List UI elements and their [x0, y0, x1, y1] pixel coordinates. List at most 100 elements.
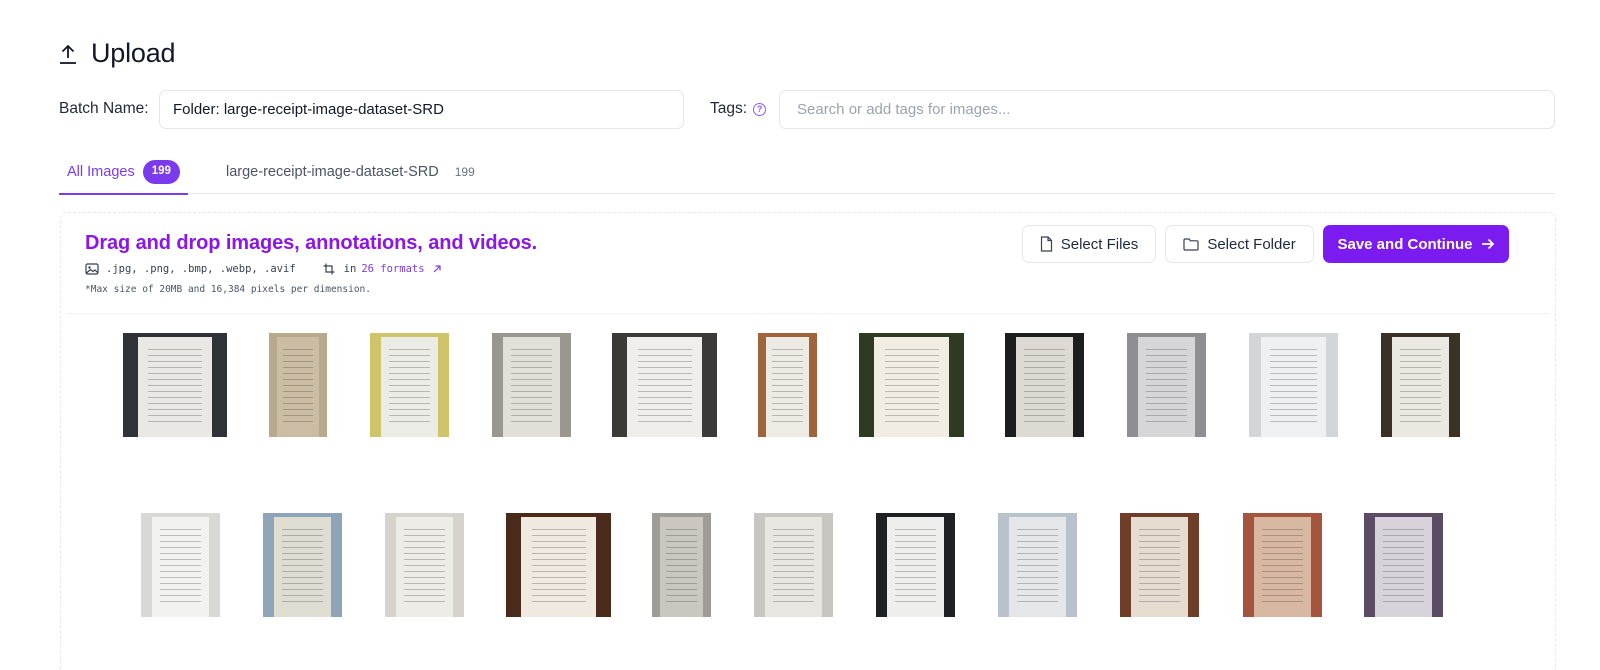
receipt-thumbnail-9[interactable]: [1127, 333, 1206, 437]
tags-label-text: Tags:: [710, 100, 748, 117]
upload-icon: [60, 44, 76, 64]
receipt-paper: [152, 517, 209, 617]
receipt-thumbnail-20[interactable]: [1120, 513, 1199, 617]
receipt-paper: [766, 337, 809, 437]
supported-formats: .jpg, .png, .bmp, .webp, .avif in 26 for…: [85, 263, 449, 275]
receipt-paper: [274, 517, 331, 617]
receipt-text-lines: [531, 529, 586, 607]
receipt-paper: [1138, 337, 1195, 437]
tab-all-images-label: All Images: [67, 164, 135, 180]
receipt-text-lines: [772, 349, 803, 427]
receipt-thumbnail-19[interactable]: [998, 513, 1077, 617]
receipt-thumbnail-21[interactable]: [1243, 513, 1322, 617]
select-files-button[interactable]: Select Files: [1022, 225, 1156, 263]
receipt-thumbnail-7[interactable]: [859, 333, 964, 437]
save-and-continue-label: Save and Continue: [1337, 235, 1473, 253]
drop-zone[interactable]: Drag and drop images, annotations, and v…: [60, 212, 1556, 670]
tags-label: Tags: ?: [710, 100, 767, 118]
crop-icon: [323, 263, 335, 275]
receipt-text-lines: [403, 529, 446, 607]
image-tabs: All Images 199 large-receipt-image-datas…: [59, 150, 1555, 195]
receipt-text-lines: [148, 349, 202, 427]
receipt-paper: [138, 337, 212, 437]
drop-zone-title: Drag and drop images, annotations, and v…: [85, 232, 538, 254]
receipt-text-lines: [637, 349, 692, 427]
help-circle-icon[interactable]: ?: [753, 102, 767, 116]
receipt-text-lines: [666, 529, 697, 607]
select-folder-button[interactable]: Select Folder: [1165, 225, 1314, 263]
extensions-list: .jpg, .png, .bmp, .webp, .avif: [106, 263, 296, 275]
receipt-text-lines: [1270, 349, 1317, 427]
receipt-thumbnail-14[interactable]: [385, 513, 464, 617]
receipt-thumbnail-22[interactable]: [1364, 513, 1443, 617]
receipt-thumbnail-1[interactable]: [123, 333, 227, 437]
receipt-paper: [765, 517, 822, 617]
receipt-text-lines: [1023, 349, 1066, 427]
receipt-paper: [874, 337, 949, 437]
select-folder-label: Select Folder: [1207, 235, 1296, 253]
drop-zone-divider: [66, 313, 1550, 314]
receipt-thumbnail-5[interactable]: [612, 333, 717, 437]
receipt-paper: [1016, 337, 1073, 437]
receipt-text-lines: [1261, 529, 1304, 607]
receipt-thumbnail-4[interactable]: [492, 333, 571, 437]
receipt-text-lines: [510, 349, 553, 427]
receipt-thumbnail-16[interactable]: [652, 513, 711, 617]
receipt-text-lines: [1382, 529, 1425, 607]
receipt-text-lines: [159, 529, 202, 607]
receipt-thumbnail-13[interactable]: [263, 513, 342, 617]
receipt-paper: [1131, 517, 1188, 617]
image-icon: [85, 263, 99, 275]
receipt-text-lines: [772, 529, 815, 607]
receipt-paper: [1261, 337, 1326, 437]
tab-all-images[interactable]: All Images 199: [59, 150, 188, 195]
receipt-text-lines: [281, 529, 324, 607]
max-size-note: *Max size of 20MB and 16,384 pixels per …: [85, 284, 371, 295]
receipt-text-lines: [1145, 349, 1188, 427]
receipt-thumbnail-6[interactable]: [758, 333, 817, 437]
select-files-label: Select Files: [1060, 235, 1139, 253]
formats-prefix: in: [343, 263, 357, 275]
batch-tags-row: Batch Name: Tags: ?: [59, 90, 1555, 130]
receipt-thumbnail-10[interactable]: [1249, 333, 1338, 437]
receipt-thumbnail-11[interactable]: [1381, 333, 1460, 437]
receipt-thumbnail-17[interactable]: [754, 513, 833, 617]
arrow-right-icon: [1481, 238, 1494, 250]
receipt-paper: [660, 517, 703, 617]
receipt-paper: [1009, 517, 1066, 617]
formats-link[interactable]: 26 formats: [361, 263, 424, 275]
tags-search-input[interactable]: [779, 90, 1555, 129]
batch-name-label: Batch Name:: [59, 100, 149, 117]
receipt-thumbnail-8[interactable]: [1005, 333, 1084, 437]
receipt-paper: [627, 337, 702, 437]
tab-folder-label: large-receipt-image-dataset-SRD: [226, 164, 439, 180]
receipt-paper: [277, 337, 319, 437]
receipt-text-lines: [1399, 349, 1442, 427]
receipt-thumbnail-3[interactable]: [370, 333, 449, 437]
receipt-paper: [503, 337, 560, 437]
receipt-text-lines: [1138, 529, 1181, 607]
tab-all-images-count: 199: [142, 160, 180, 184]
page-header: Upload: [59, 38, 176, 69]
tab-folder[interactable]: large-receipt-image-dataset-SRD 199: [226, 150, 475, 194]
receipt-thumbnail-15[interactable]: [506, 513, 611, 617]
batch-name-input[interactable]: [159, 90, 684, 129]
receipt-text-lines: [894, 529, 937, 607]
receipt-paper: [396, 517, 453, 617]
receipt-paper: [1375, 517, 1432, 617]
receipt-text-lines: [388, 349, 431, 427]
folder-icon: [1183, 237, 1199, 251]
receipt-text-lines: [884, 349, 939, 427]
file-icon: [1040, 236, 1052, 252]
receipt-thumbnail-2[interactable]: [269, 333, 327, 437]
page-title: Upload: [91, 38, 176, 68]
receipt-paper: [381, 337, 438, 437]
receipt-thumbnail-12[interactable]: [141, 513, 220, 617]
tab-folder-count: 199: [454, 165, 475, 179]
receipt-text-lines: [282, 349, 314, 427]
arrow-up-right-icon[interactable]: [432, 264, 442, 274]
save-and-continue-button[interactable]: Save and Continue: [1323, 225, 1509, 263]
receipt-paper: [887, 517, 944, 617]
receipt-thumbnail-18[interactable]: [876, 513, 955, 617]
receipt-paper: [1254, 517, 1311, 617]
